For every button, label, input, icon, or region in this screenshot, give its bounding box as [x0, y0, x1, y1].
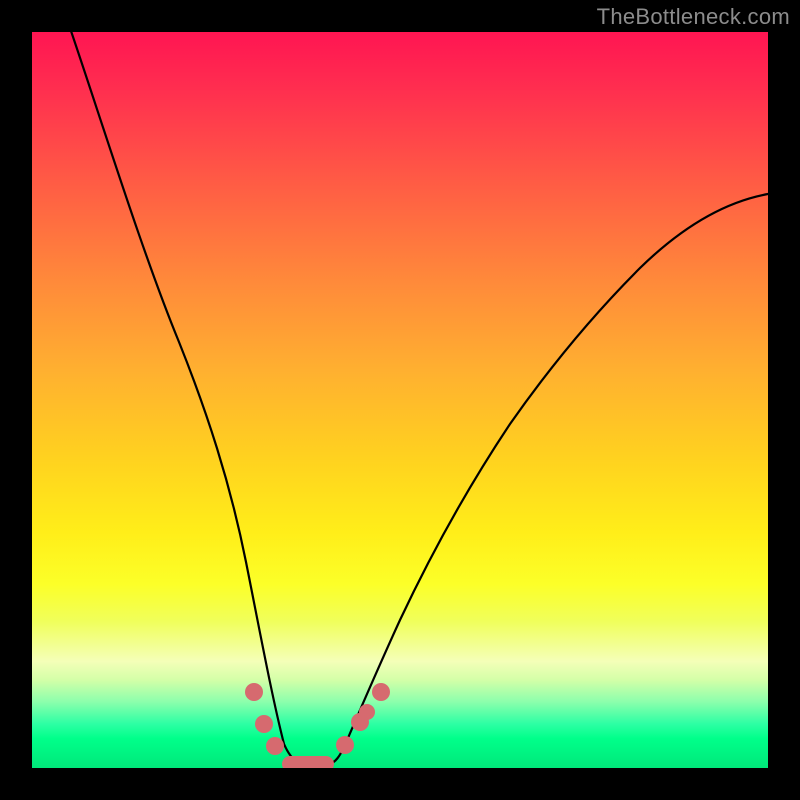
marker-dot	[336, 736, 354, 754]
plot-area	[32, 32, 768, 768]
chart-stage: TheBottleneck.com	[0, 0, 800, 800]
bottleneck-curve-line	[70, 32, 768, 764]
marker-dot	[245, 683, 263, 701]
marker-dot	[255, 715, 273, 733]
marker-flat-segment	[282, 756, 334, 768]
watermark-text: TheBottleneck.com	[597, 4, 790, 30]
marker-dot	[372, 683, 390, 701]
bottleneck-curve-svg	[32, 32, 768, 768]
marker-dot	[359, 704, 375, 720]
highlighted-markers	[245, 683, 390, 768]
marker-dot	[266, 737, 284, 755]
